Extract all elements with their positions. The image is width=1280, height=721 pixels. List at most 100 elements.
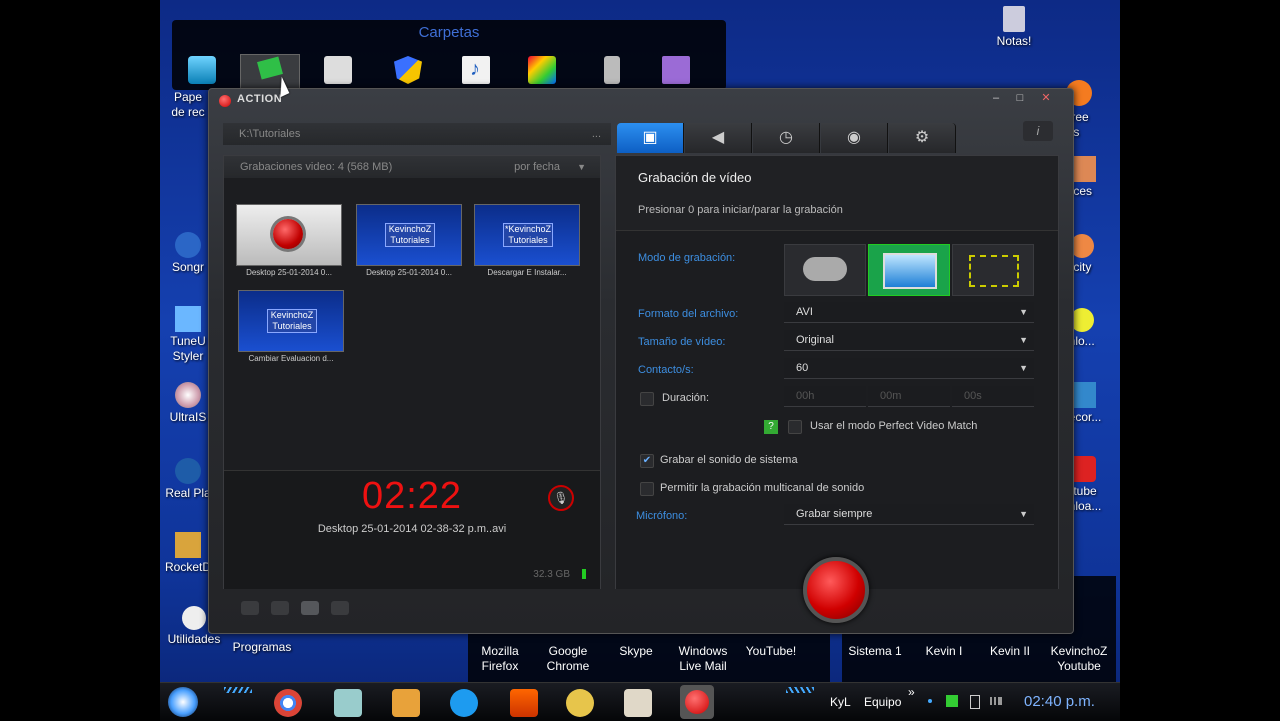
media-taskbar-icon[interactable] [392, 689, 420, 717]
mode-desktop-button[interactable] [868, 244, 950, 296]
action-record-icon [685, 690, 709, 714]
camera-icon: ◉ [847, 129, 861, 146]
recycle-bin-icon[interactable] [188, 56, 216, 84]
magnifier-icon [182, 606, 206, 630]
equipo-toolbar[interactable]: Equipo [864, 695, 901, 709]
multichannel-checkbox[interactable] [640, 482, 654, 496]
apps-icon[interactable] [528, 56, 556, 84]
rocketdock-icon [175, 532, 201, 558]
close-button[interactable]: ✕ [1035, 91, 1057, 105]
browse-button[interactable]: ... [592, 123, 601, 145]
start-button[interactable] [168, 687, 198, 717]
microphone-icon[interactable]: 🎙 [548, 485, 574, 511]
fps-select[interactable]: 60 ▼ [784, 358, 1034, 379]
duration-checkbox[interactable] [640, 392, 654, 406]
recording-thumbnail[interactable] [236, 204, 342, 266]
thumbnail-text: *KevinchoZ Tutoriales [503, 223, 553, 247]
duration-minutes-value: 00m [880, 390, 902, 402]
system-sound-label: Grabar el sonido de sistema [660, 454, 798, 466]
multichannel-label: Permitir la grabación multicanal de soni… [660, 482, 865, 494]
mode-region-button[interactable] [952, 244, 1034, 296]
action-taskbar-button[interactable] [680, 685, 714, 719]
chevron-down-icon[interactable]: ▼ [577, 156, 586, 178]
mode-game-button[interactable] [784, 244, 866, 296]
delete-icon[interactable] [241, 601, 259, 615]
gamepad-icon [803, 257, 847, 281]
format-select[interactable]: AVI ▼ [784, 302, 1034, 323]
music-icon[interactable]: ♪ [462, 56, 490, 84]
recording-thumbnail[interactable]: KevinchoZ Tutoriales [356, 204, 462, 266]
dock-live-mail[interactable]: Windows Live Mail [674, 644, 732, 674]
language-indicator[interactable]: KyL [830, 695, 851, 709]
duration-hours-value: 00h [796, 390, 815, 402]
paint-taskbar-icon[interactable] [624, 689, 652, 717]
play-icon[interactable] [271, 601, 289, 615]
floppy-icon[interactable] [662, 56, 690, 84]
dock-kevinchoz-youtube[interactable]: KevinchoZ Youtube [1046, 644, 1112, 674]
folder-selected-tile[interactable] [240, 54, 300, 90]
dock-kevin-ii[interactable]: Kevin II [982, 644, 1038, 658]
tray-battery-icon[interactable] [970, 695, 980, 709]
chevron-down-icon: ▼ [1019, 335, 1028, 345]
songr-icon [175, 232, 201, 258]
security-shield-icon[interactable] [394, 56, 422, 84]
folder-icon[interactable] [301, 601, 319, 615]
chevron-down-icon: ▼ [1019, 363, 1028, 373]
recording-timer: 02:22 [361, 475, 463, 517]
dock-youtube[interactable]: YouTube! [742, 644, 800, 658]
sort-dropdown[interactable]: por fecha [514, 156, 560, 178]
tab-screenshot[interactable]: ◉ [821, 123, 888, 153]
tab-benchmark[interactable]: ◷ [753, 123, 820, 153]
system-sound-checkbox[interactable]: ✔ [640, 454, 654, 468]
notes-taskbar-icon[interactable] [334, 689, 362, 717]
dock-sistema-1[interactable]: Sistema 1 [844, 644, 906, 658]
duration-seconds[interactable]: 00s [952, 386, 1034, 407]
icon-label: Pape de rec [171, 90, 205, 119]
tab-settings[interactable]: ⚙ [889, 123, 956, 153]
dock-kevin-i[interactable]: Kevin I [916, 644, 972, 658]
thumbnail-text: KevinchoZ Tutoriales [385, 223, 435, 247]
skype-taskbar-icon[interactable] [450, 689, 478, 717]
firefox-taskbar-icon[interactable] [510, 689, 538, 717]
gear-icon: ⚙ [914, 129, 930, 146]
app-taskbar-icon[interactable] [566, 689, 594, 717]
perfect-match-checkbox[interactable] [788, 420, 802, 434]
record-button[interactable] [803, 557, 869, 623]
fps-value: 60 [796, 362, 809, 374]
duration-hours[interactable]: 00h [784, 386, 866, 407]
tray-network-icon[interactable] [946, 695, 958, 707]
add-icon[interactable] [331, 601, 349, 615]
notes-icon [1003, 6, 1025, 32]
duration-minutes[interactable]: 00m [868, 386, 950, 407]
desktop-icon-notes[interactable]: Notas! [978, 6, 1050, 49]
duration-seconds-value: 00s [964, 390, 982, 402]
tray-signal-icon[interactable] [990, 697, 1002, 705]
help-icon[interactable]: ? [764, 420, 778, 434]
recordings-panel: Grabaciones video: 4 (568 MB) por fecha … [223, 155, 601, 589]
chrome-taskbar-icon[interactable] [274, 689, 302, 717]
desktop-icon-programas[interactable]: Programas [226, 640, 298, 655]
dock-firefox[interactable]: Mozilla Firefox [480, 644, 520, 674]
path-bar[interactable]: K:\Tutoriales ... [223, 123, 611, 145]
maximize-button[interactable]: □ [1009, 91, 1031, 105]
icon-label: Real Pla [165, 486, 211, 500]
recording-thumbnail[interactable]: *KevinchoZ Tutoriales [474, 204, 580, 266]
mic-label: Micrófono: [636, 510, 688, 522]
phone-icon[interactable] [604, 56, 620, 84]
taskbar-decoration-left [224, 687, 252, 693]
size-select[interactable]: Original ▼ [784, 330, 1034, 351]
dock-chrome[interactable]: Google Chrome [544, 644, 592, 674]
clock[interactable]: 02:40 p.m. [1024, 693, 1095, 710]
chevron-down-icon: ▼ [1019, 307, 1028, 317]
tab-video[interactable]: ▣ [617, 123, 684, 153]
minimize-button[interactable]: – [985, 91, 1007, 105]
tab-audio[interactable]: ◀ [685, 123, 752, 153]
icon-label: Notas! [996, 34, 1032, 48]
info-button[interactable]: i [1023, 121, 1053, 141]
mic-select[interactable]: Grabar siempre ▼ [784, 504, 1034, 525]
documents-icon[interactable] [324, 56, 352, 84]
toolbar-more[interactable]: » [908, 685, 915, 699]
dock-skype[interactable]: Skype [614, 644, 658, 658]
recording-thumbnail[interactable]: KevinchoZ Tutoriales [238, 290, 344, 352]
money-icon [257, 56, 283, 80]
